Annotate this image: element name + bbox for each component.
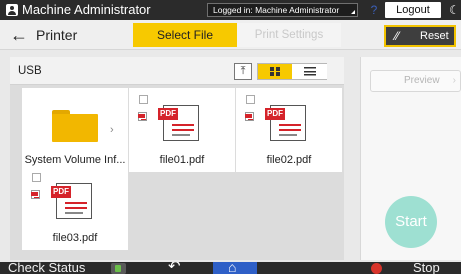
folder-tile[interactable]: › System Volume Inf... (22, 88, 128, 172)
pdf-file-icon: PDF (158, 105, 199, 141)
home-button[interactable]: ⌂ (213, 262, 257, 274)
file-tile[interactable]: PDF file02.pdf (236, 88, 342, 172)
pdf-file-icon: PDF (265, 105, 306, 141)
pdf-badge-icon (245, 112, 254, 121)
return-icon[interactable]: ↶ (168, 262, 181, 274)
file-name: file03.pdf (52, 232, 98, 244)
chevron-right-icon: › (452, 75, 456, 86)
check-status-button[interactable]: Check Status (8, 262, 85, 274)
job-status-icon[interactable] (111, 263, 126, 274)
user-name: Machine Administrator (22, 2, 151, 17)
checkbox[interactable] (32, 173, 41, 182)
list-icon (304, 67, 316, 76)
home-icon: ⌂ (228, 262, 237, 274)
printer-screen: Machine Administrator Logged in: Machine… (0, 0, 461, 274)
file-name: file01.pdf (159, 154, 205, 166)
logout-button[interactable]: Logout (385, 2, 441, 18)
reset-button[interactable]: ⁄⁄ Reset (384, 25, 456, 47)
back-arrow-icon[interactable]: ← (8, 25, 30, 45)
pdf-tag: PDF (158, 108, 178, 120)
view-toggle (257, 63, 327, 80)
energy-saver-icon[interactable]: ☾ (449, 3, 460, 17)
user-icon (6, 4, 18, 16)
page-title: Printer (36, 27, 78, 43)
reset-label: Reset (420, 30, 449, 42)
stop-button[interactable]: Stop (413, 262, 440, 274)
grid-icon (270, 67, 280, 76)
checkbox[interactable] (246, 95, 255, 104)
stop-icon (371, 263, 382, 274)
start-button[interactable]: Start (385, 196, 437, 248)
location-label: USB (18, 65, 42, 77)
preview-label: Preview (404, 75, 440, 86)
chevron-right-icon: › (110, 124, 114, 136)
pdf-tag: PDF (51, 186, 71, 198)
file-tile[interactable]: PDF file03.pdf (22, 166, 128, 250)
up-arrow-icon: ⤒ (240, 65, 246, 77)
tab-print-settings[interactable]: Print Settings (237, 23, 341, 47)
tab-select-file[interactable]: Select File (133, 23, 237, 47)
list-view-button[interactable] (293, 64, 327, 79)
bottom-bar: Check Status ↶ ⌂ Stop (0, 262, 461, 274)
pdf-badge-icon (138, 112, 147, 121)
pdf-tag: PDF (265, 108, 285, 120)
eraser-icon: ⁄⁄ (395, 29, 400, 43)
header: ← Printer Select File Print Settings ⁄⁄ … (0, 20, 461, 50)
preview-button[interactable]: Preview › (370, 70, 461, 92)
file-name: file02.pdf (266, 154, 312, 166)
file-tile[interactable]: PDF file01.pdf (129, 88, 235, 172)
up-level-button[interactable]: ⤒ (234, 63, 252, 80)
grid-view-button[interactable] (258, 64, 292, 79)
location-bar: USB ⤒ (10, 57, 344, 85)
checkbox[interactable] (139, 95, 148, 104)
corner-arrow-icon (351, 10, 355, 14)
pdf-file-icon: PDF (51, 183, 92, 219)
login-status[interactable]: Logged in: Machine Administrator (207, 3, 358, 17)
help-icon[interactable]: ? (368, 2, 380, 18)
folder-icon (52, 110, 98, 142)
pdf-badge-icon (31, 190, 40, 199)
status-bar: Machine Administrator Logged in: Machine… (0, 0, 461, 20)
login-text: Logged in: Machine Administrator (213, 5, 340, 15)
